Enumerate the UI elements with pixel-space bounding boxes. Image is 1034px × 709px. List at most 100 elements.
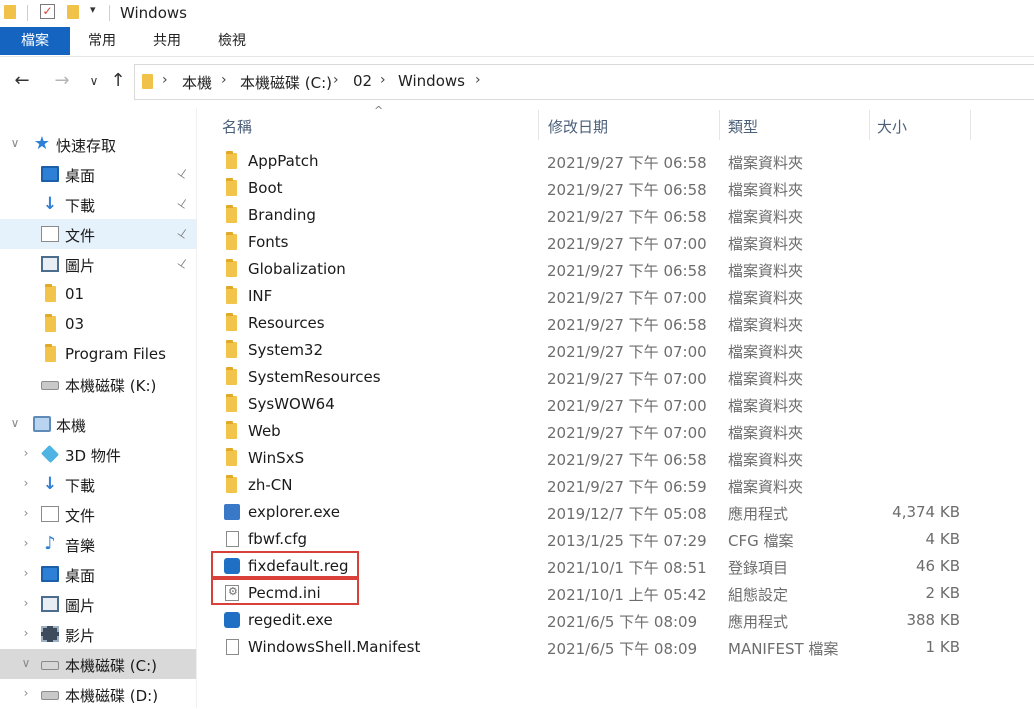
sidebar-item-3[interactable]: ↓ 下載 ⊥ bbox=[0, 189, 196, 219]
folder-icon bbox=[45, 284, 56, 302]
table-row[interactable]: Fonts 2021/9/27 下午 07:00 檔案資料夾 bbox=[216, 229, 1026, 256]
expand-chevron-icon[interactable]: › bbox=[19, 506, 33, 520]
column-divider[interactable] bbox=[970, 110, 971, 140]
chevron-right-icon[interactable]: › bbox=[475, 72, 481, 88]
file-name: Branding bbox=[248, 206, 316, 224]
file-modified-date: 2021/9/27 下午 06:58 bbox=[547, 154, 707, 172]
chevron-right-icon[interactable]: › bbox=[162, 72, 168, 88]
sidebar-item-18[interactable]: ∨ 本機磁碟 (C:) bbox=[0, 649, 196, 679]
table-row[interactable]: SystemResources 2021/9/27 下午 07:00 檔案資料夾 bbox=[216, 364, 1026, 391]
separator bbox=[27, 5, 28, 21]
table-row[interactable]: INF 2021/9/27 下午 07:00 檔案資料夾 bbox=[216, 283, 1026, 310]
file-modified-date: 2021/9/27 下午 06:58 bbox=[547, 181, 707, 199]
file-name: Web bbox=[248, 422, 281, 440]
pin-icon[interactable]: ⊥ bbox=[175, 224, 192, 241]
expand-chevron-icon[interactable]: › bbox=[19, 626, 33, 640]
sidebar-item-2[interactable]: 桌面 ⊥ bbox=[0, 159, 196, 189]
collapse-chevron-icon[interactable]: ∨ bbox=[8, 416, 22, 430]
expand-chevron-icon[interactable]: › bbox=[19, 566, 33, 580]
sidebar-item-14[interactable]: › ♪ 音樂 bbox=[0, 529, 196, 559]
table-row[interactable]: Resources 2021/9/27 下午 06:58 檔案資料夾 bbox=[216, 310, 1026, 337]
recent-locations-chevron-icon[interactable]: ∨ bbox=[82, 69, 106, 93]
new-folder-icon[interactable] bbox=[67, 5, 79, 19]
folder-icon bbox=[226, 367, 237, 385]
table-row[interactable]: Globalization 2021/9/27 下午 06:58 檔案資料夾 bbox=[216, 256, 1026, 283]
column-divider[interactable] bbox=[869, 110, 870, 140]
sidebar-item-11[interactable]: › 3D 物件 bbox=[0, 439, 196, 469]
sidebar-item-label: 圖片 bbox=[65, 597, 96, 615]
expand-chevron-icon[interactable]: › bbox=[19, 536, 33, 550]
breadcrumb-this-pc[interactable]: 本機 bbox=[182, 72, 212, 93]
column-header-name[interactable]: 名稱 bbox=[222, 116, 252, 137]
sidebar-item-10[interactable]: ∨ 本機 bbox=[0, 409, 196, 439]
folder-icon bbox=[142, 74, 153, 89]
expand-chevron-icon[interactable]: › bbox=[19, 446, 33, 460]
desktop-icon bbox=[41, 166, 59, 182]
properties-icon[interactable]: ✓ bbox=[40, 4, 55, 19]
pin-icon[interactable]: ⊥ bbox=[175, 254, 192, 271]
address-bar[interactable]: › 本機 › 本機磁碟 (C:) › 02 › Windows › bbox=[134, 64, 1034, 100]
this-pc-icon bbox=[33, 416, 51, 432]
column-header-size[interactable]: 大小 bbox=[877, 116, 907, 137]
customize-toolbar-icon[interactable]: ▾ bbox=[90, 3, 96, 16]
column-divider[interactable] bbox=[719, 110, 720, 140]
pin-icon[interactable]: ⊥ bbox=[175, 194, 192, 211]
file-type: 檔案資料夾 bbox=[728, 478, 804, 496]
sidebar-item-12[interactable]: › ↓ 下載 bbox=[0, 469, 196, 499]
chevron-right-icon[interactable]: › bbox=[221, 72, 227, 88]
up-arrow-icon[interactable]: ↑ bbox=[106, 69, 130, 93]
back-arrow-icon[interactable]: ← bbox=[10, 69, 34, 93]
sidebar-item-8[interactable]: Program Files bbox=[0, 339, 196, 369]
sidebar-item-4[interactable]: 文件 ⊥ bbox=[0, 219, 196, 249]
sidebar-item-label: 下載 bbox=[65, 477, 96, 495]
sidebar-item-17[interactable]: › 影片 bbox=[0, 619, 196, 649]
sidebar-item-9[interactable]: 本機磁碟 (K:) bbox=[0, 369, 196, 399]
expand-chevron-icon[interactable]: › bbox=[19, 596, 33, 610]
table-row[interactable]: Branding 2021/9/27 下午 06:58 檔案資料夾 bbox=[216, 202, 1026, 229]
highlight-box bbox=[211, 551, 359, 578]
chevron-right-icon[interactable]: › bbox=[380, 72, 386, 88]
file-name: WinSxS bbox=[248, 449, 305, 467]
file-size: 4 KB bbox=[925, 530, 960, 548]
sidebar-item-19[interactable]: › 本機磁碟 (D:) bbox=[0, 679, 196, 709]
table-row[interactable]: AppPatch 2021/9/27 下午 06:58 檔案資料夾 bbox=[216, 148, 1026, 175]
sidebar-item-15[interactable]: › 桌面 bbox=[0, 559, 196, 589]
file-type: 檔案資料夾 bbox=[728, 235, 804, 253]
table-row[interactable]: regedit.exe 2021/6/5 下午 08:09 應用程式 388 KB bbox=[216, 607, 1026, 634]
column-divider[interactable] bbox=[538, 110, 539, 140]
table-row[interactable]: fbwf.cfg 2013/1/25 下午 07:29 CFG 檔案 4 KB bbox=[216, 526, 1026, 553]
column-header-date[interactable]: 修改日期 bbox=[548, 116, 608, 137]
table-row[interactable]: SysWOW64 2021/9/27 下午 07:00 檔案資料夾 bbox=[216, 391, 1026, 418]
chevron-right-icon[interactable]: › bbox=[333, 72, 339, 88]
tab-home[interactable]: 常用 bbox=[78, 27, 126, 55]
file-size: 1 KB bbox=[925, 638, 960, 656]
table-row[interactable]: zh-CN 2021/9/27 下午 06:59 檔案資料夾 bbox=[216, 472, 1026, 499]
tab-file[interactable]: 檔案 bbox=[0, 27, 70, 55]
expand-chevron-icon[interactable]: › bbox=[19, 686, 33, 700]
collapse-chevron-icon[interactable]: ∨ bbox=[19, 656, 33, 670]
table-row[interactable]: Boot 2021/9/27 下午 06:58 檔案資料夾 bbox=[216, 175, 1026, 202]
sidebar-item-5[interactable]: 圖片 ⊥ bbox=[0, 249, 196, 279]
sidebar-item-1[interactable]: ∨ ★ 快速存取 bbox=[0, 129, 196, 159]
folder-icon bbox=[226, 313, 237, 331]
table-row[interactable]: explorer.exe 2019/12/7 下午 05:08 應用程式 4,374 … bbox=[216, 499, 1026, 526]
tab-view[interactable]: 檢視 bbox=[208, 27, 256, 55]
tab-share[interactable]: 共用 bbox=[143, 27, 191, 55]
sidebar-item-6[interactable]: 01 bbox=[0, 279, 196, 309]
forward-arrow-icon[interactable]: → bbox=[50, 69, 74, 93]
breadcrumb-c-drive[interactable]: 本機磁碟 (C:) bbox=[240, 72, 332, 93]
table-row[interactable]: WindowsShell.Manifest 2021/6/5 下午 08:09 MA… bbox=[216, 634, 1026, 661]
pin-icon[interactable]: ⊥ bbox=[175, 164, 192, 181]
collapse-chevron-icon[interactable]: ∨ bbox=[8, 136, 22, 150]
table-row[interactable]: Web 2021/9/27 下午 07:00 檔案資料夾 bbox=[216, 418, 1026, 445]
sidebar-item-7[interactable]: 03 bbox=[0, 309, 196, 339]
sidebar-item-16[interactable]: › 圖片 bbox=[0, 589, 196, 619]
table-row[interactable]: WinSxS 2021/9/27 下午 06:58 檔案資料夾 bbox=[216, 445, 1026, 472]
expand-chevron-icon[interactable]: › bbox=[19, 476, 33, 490]
sidebar-item-13[interactable]: › 文件 bbox=[0, 499, 196, 529]
exe-icon bbox=[224, 504, 240, 520]
breadcrumb-02[interactable]: 02 bbox=[353, 72, 372, 90]
table-row[interactable]: System32 2021/9/27 下午 07:00 檔案資料夾 bbox=[216, 337, 1026, 364]
column-header-type[interactable]: 類型 bbox=[728, 116, 758, 137]
breadcrumb-windows[interactable]: Windows bbox=[398, 72, 465, 90]
